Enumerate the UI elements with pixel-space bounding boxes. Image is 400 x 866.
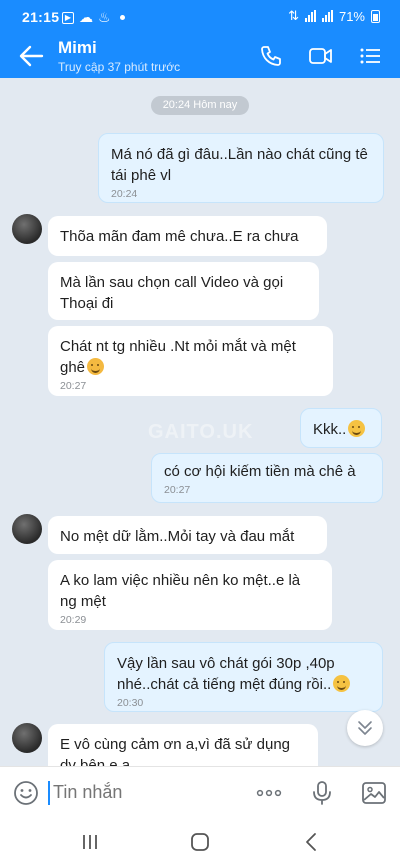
- message-sent[interactable]: có cơ hội kiếm tiền mà chê à 20:27: [151, 453, 383, 503]
- message-input[interactable]: [53, 782, 233, 803]
- battery-icon: [371, 9, 380, 23]
- grinning-sweat-face-icon: [333, 675, 351, 692]
- phone-call-icon[interactable]: [258, 44, 284, 68]
- scroll-to-bottom-button[interactable]: [347, 710, 383, 746]
- message-text: No mệt dữ lằm..Mỏi tay và đau mắt: [60, 528, 295, 545]
- message-time: 20:24: [111, 188, 138, 200]
- image-gallery-icon[interactable]: [360, 779, 388, 807]
- contact-avatar[interactable]: [12, 723, 42, 753]
- signal-icon: [304, 10, 316, 22]
- microphone-icon[interactable]: [308, 779, 336, 807]
- home-icon[interactable]: [188, 830, 212, 854]
- sticker-emoji-icon[interactable]: [12, 779, 40, 807]
- fire-icon: ♨: [98, 9, 111, 25]
- message-input-bar: [0, 766, 400, 818]
- message-text: Mà lần sau chọn call Video và gọi Thoại …: [60, 274, 284, 312]
- menu-list-icon[interactable]: [358, 44, 384, 68]
- recent-apps-icon[interactable]: [78, 830, 102, 854]
- chat-header: Mimi Truy cập 37 phút trước: [0, 34, 400, 78]
- back-arrow-icon[interactable]: [16, 42, 46, 70]
- status-bar: 21:15 ▶ ☁ ♨ ⇅ 71%: [0, 0, 400, 34]
- system-navigation-bar: [0, 818, 400, 866]
- message-text: A ko lam việc nhiều nên ko mệt..e là ng …: [60, 572, 301, 610]
- cloud-icon: ☁: [79, 9, 93, 25]
- battery-percent: 71%: [338, 8, 365, 24]
- message-text: có cơ hội kiếm tiền mà chê à: [164, 463, 356, 480]
- message-text: Vậy lần sau vô chát gói 30p ,40p nhé..ch…: [117, 655, 335, 693]
- message-time: 20:27: [164, 484, 191, 496]
- more-notifications-dot: [119, 15, 125, 20]
- message-time: 20:27: [60, 380, 87, 392]
- message-received[interactable]: Chát nt tg nhiều .Nt mỏi mắt và mệt ghê …: [48, 326, 333, 396]
- message-time: 20:29: [60, 614, 87, 626]
- system-icons: ⇅ 71%: [288, 8, 380, 24]
- message-sent[interactable]: Kkk..: [300, 408, 382, 448]
- contact-avatar[interactable]: [12, 514, 42, 544]
- data-transfer-icon: ⇅: [288, 8, 299, 23]
- media-notification-icon: ▶: [62, 11, 74, 24]
- video-call-icon[interactable]: [308, 44, 334, 68]
- watermark: GAITO.UK: [148, 421, 254, 443]
- more-options-icon[interactable]: [255, 779, 283, 807]
- double-chevron-down-icon: [358, 721, 372, 735]
- date-separator: 20:24 Hôm nay: [151, 96, 249, 115]
- contact-avatar[interactable]: [12, 214, 42, 244]
- last-seen-status: Truy cập 37 phút trước: [58, 60, 181, 74]
- message-text: Thõa mãn đam mê chưa..E ra chưa: [60, 228, 299, 245]
- message-received[interactable]: Mà lần sau chọn call Video và gọi Thoại …: [48, 262, 319, 320]
- back-nav-icon[interactable]: [300, 830, 324, 854]
- message-received[interactable]: No mệt dữ lằm..Mỏi tay và đau mắt: [48, 516, 327, 554]
- message-sent[interactable]: Má nó đã gì đâu..Lần nào chát cũng tê tá…: [98, 133, 384, 203]
- message-time: 20:30: [117, 697, 144, 709]
- contact-name[interactable]: Mimi: [58, 38, 97, 58]
- message-text: Má nó đã gì đâu..Lần nào chát cũng tê tá…: [111, 146, 368, 184]
- grinning-sweat-face-icon: [348, 420, 366, 437]
- message-sent[interactable]: Vậy lần sau vô chát gói 30p ,40p nhé..ch…: [104, 642, 383, 712]
- message-received[interactable]: Thõa mãn đam mê chưa..E ra chưa: [48, 216, 327, 256]
- weary-face-icon: [87, 358, 105, 375]
- text-cursor: [48, 781, 50, 805]
- notification-icons: ▶ ☁ ♨: [62, 9, 125, 26]
- message-received[interactable]: A ko lam việc nhiều nên ko mệt..e là ng …: [48, 560, 332, 630]
- message-text: Kkk..: [313, 421, 347, 438]
- status-time: 21:15: [22, 9, 60, 25]
- signal-icon-2: [321, 10, 333, 22]
